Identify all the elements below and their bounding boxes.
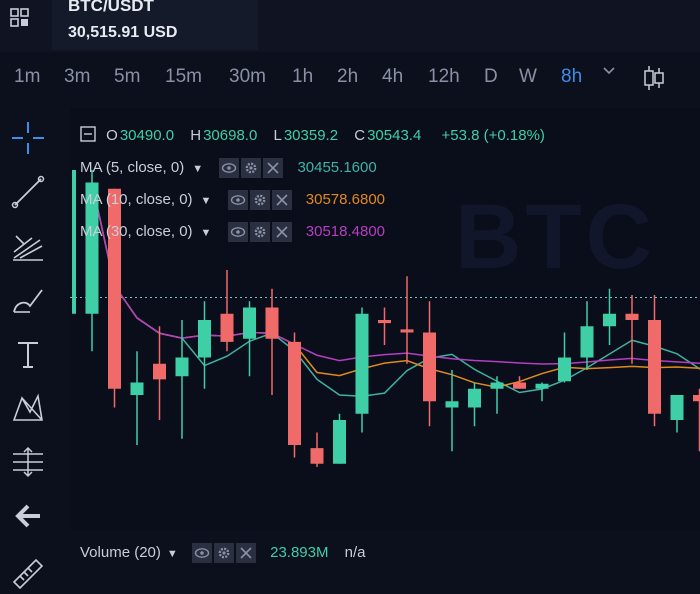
candle-body[interactable] <box>535 383 549 389</box>
gear-icon <box>218 547 230 559</box>
candle-body[interactable] <box>243 307 256 339</box>
visibility-toggle[interactable] <box>227 222 248 242</box>
caret-down-icon[interactable]: ▼ <box>167 548 178 560</box>
volume-label: Volume (20) <box>80 543 161 561</box>
settings-button[interactable] <box>249 190 270 210</box>
remove-button[interactable] <box>271 222 292 242</box>
settings-button[interactable] <box>249 222 270 242</box>
ma-label: MA (10, close, 0) <box>80 190 193 208</box>
high-value: 30698.0 <box>203 127 258 144</box>
candle-body[interactable] <box>423 332 436 402</box>
candle-body[interactable] <box>693 395 700 402</box>
close-value: 30543.4 <box>367 127 422 144</box>
gear-icon <box>245 162 257 174</box>
settings-button[interactable] <box>213 543 234 563</box>
ohlc-legend: O 30490.0 H 30698.0 L 30359.2 C 30543.4 +53.… <box>80 126 547 144</box>
remove-button[interactable] <box>235 543 256 563</box>
ma-controls <box>227 190 294 210</box>
ma-controls <box>227 222 294 242</box>
candle-body[interactable] <box>648 320 661 414</box>
caret-down-icon[interactable]: ▼ <box>192 163 203 175</box>
visibility-toggle[interactable] <box>191 543 212 563</box>
collapse-legend-icon[interactable] <box>80 126 96 142</box>
volume-na: n/a <box>344 543 366 561</box>
caret-down-icon[interactable]: ▼ <box>201 195 212 207</box>
close-icon <box>267 162 279 174</box>
visibility-toggle[interactable] <box>219 158 240 178</box>
candle-body[interactable] <box>130 382 144 396</box>
ma-legend-row[interactable]: MA (5, close, 0) ▼ 30455.1600 <box>80 158 379 178</box>
candle-body[interactable] <box>288 341 301 445</box>
candle-body[interactable] <box>153 363 166 380</box>
high-label: H <box>190 127 202 144</box>
candle-body[interactable] <box>333 420 346 464</box>
candle-body[interactable] <box>468 388 481 408</box>
candle-body[interactable] <box>378 320 391 324</box>
volume-value: 23.893M <box>270 543 329 561</box>
candle-body[interactable] <box>513 382 526 389</box>
candle-body[interactable] <box>220 313 234 342</box>
open-label: O <box>106 127 118 144</box>
volume-controls <box>191 543 258 563</box>
candle-body[interactable] <box>490 382 504 389</box>
eye-icon <box>194 548 210 558</box>
eye-icon <box>230 227 245 237</box>
price-chart[interactable] <box>0 0 700 592</box>
settings-button[interactable] <box>241 158 262 178</box>
ma-label: MA (30, close, 0) <box>80 222 193 240</box>
candle-body[interactable] <box>175 357 189 377</box>
low-label: L <box>273 127 282 144</box>
candle-body[interactable] <box>400 329 414 333</box>
ma-legend-row[interactable]: MA (10, close, 0) ▼ 30578.6800 <box>80 190 387 210</box>
open-value: 30490.0 <box>119 127 175 144</box>
candle-body[interactable] <box>198 320 211 358</box>
candle-body[interactable] <box>580 326 594 358</box>
gear-icon <box>254 194 266 206</box>
ma-value: 30578.6800 <box>305 190 386 208</box>
candle-body[interactable] <box>355 313 369 414</box>
change-value: +53.8 (+0.18%) <box>441 127 545 144</box>
caret-down-icon[interactable]: ▼ <box>201 227 212 239</box>
candle-body[interactable] <box>445 401 459 408</box>
ma-value: 30455.1600 <box>297 158 377 176</box>
close-icon <box>240 547 252 559</box>
ma-controls <box>219 158 285 178</box>
current-candle-marker <box>72 170 76 314</box>
eye-icon <box>230 195 245 205</box>
close-label: C <box>354 127 366 144</box>
candle-body[interactable] <box>108 188 121 389</box>
ma-label: MA (5, close, 0) <box>80 158 185 176</box>
ma-value: 30518.4800 <box>305 222 386 240</box>
candle-body[interactable] <box>310 448 324 464</box>
eye-icon <box>222 163 237 173</box>
low-value: 30359.2 <box>283 127 339 144</box>
close-icon <box>276 226 288 238</box>
remove-button[interactable] <box>271 190 292 210</box>
close-icon <box>276 194 288 206</box>
visibility-toggle[interactable] <box>227 190 248 210</box>
volume-legend: Volume (20) ▼ 23.893M n/a <box>80 543 366 563</box>
remove-button[interactable] <box>263 158 284 178</box>
candle-body[interactable] <box>625 313 639 320</box>
ma-10-line <box>91 182 700 388</box>
ma-legend-row[interactable]: MA (30, close, 0) ▼ 30518.4800 <box>80 222 387 242</box>
candle-body[interactable] <box>603 313 616 327</box>
candle-body[interactable] <box>558 357 571 382</box>
candle-body[interactable] <box>670 395 684 420</box>
candle-body[interactable] <box>265 307 279 339</box>
gear-icon <box>254 226 266 238</box>
